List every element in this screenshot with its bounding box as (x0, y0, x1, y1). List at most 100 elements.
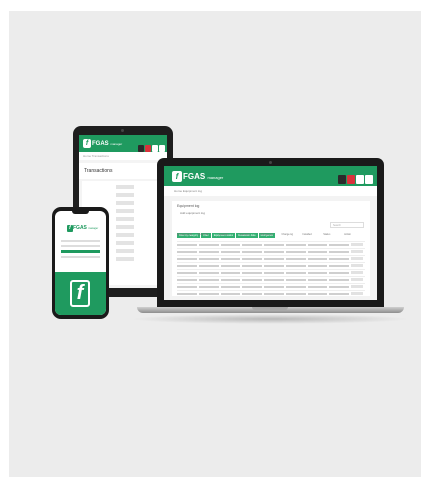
table-row[interactable] (177, 276, 365, 283)
tablet-page-title: Transactions (79, 163, 167, 179)
table-row[interactable] (177, 283, 365, 290)
laptop-logo: f FGAS manager (172, 171, 223, 182)
row-action-button[interactable] (351, 243, 363, 246)
table-cell (285, 293, 306, 295)
laptop-screen: f FGAS manager Home Equipment log Equipme… (164, 166, 377, 300)
table-cell (177, 279, 197, 281)
phone-logo: f FGAS manager (67, 225, 98, 232)
logo-name: FGAS (92, 141, 109, 147)
table-cell (242, 258, 263, 260)
table-cell (177, 265, 197, 267)
row-action-button[interactable] (351, 257, 363, 260)
placeholder-row (116, 193, 134, 197)
table-cell (329, 286, 350, 288)
logo-name: FGAS (73, 225, 87, 231)
table-cell (264, 244, 284, 246)
table-cell (198, 293, 219, 295)
badge-icon[interactable] (338, 175, 346, 184)
table-cell (220, 293, 241, 295)
column-header: Charge kg (281, 233, 293, 236)
column-header: Category (239, 233, 250, 236)
table-cell (242, 251, 263, 253)
table-row[interactable] (177, 255, 365, 262)
table-row[interactable] (177, 248, 365, 255)
badge-icon[interactable] (356, 175, 364, 184)
badge-icon[interactable] (365, 175, 373, 184)
logo-mark-icon: f (172, 171, 182, 182)
placeholder-row (116, 225, 134, 229)
table-cell (220, 286, 241, 288)
row-action-button[interactable] (351, 271, 363, 274)
table-cell (198, 286, 219, 288)
table-row[interactable] (177, 290, 365, 297)
placeholder-row (116, 241, 134, 245)
row-action-button[interactable] (351, 278, 363, 281)
badge-icon[interactable] (347, 175, 355, 184)
table-cell (307, 272, 328, 274)
laptop-camera (269, 161, 272, 164)
logo-tagline: manager (88, 227, 99, 230)
search-input[interactable]: Search (330, 222, 364, 228)
table-cell (307, 258, 328, 260)
table-row[interactable] (177, 269, 365, 276)
table-cell (329, 251, 350, 253)
table-cell (285, 279, 306, 281)
column-header: Equipment ID (177, 233, 193, 236)
table-cell (242, 293, 263, 295)
table-cell (329, 279, 350, 281)
equipment-table: Equipment ID Serial No. Location Category Re… (177, 232, 365, 297)
row-action-button[interactable] (351, 264, 363, 267)
table-cell (264, 272, 284, 274)
table-cell (198, 265, 219, 267)
row-action-button[interactable] (351, 292, 363, 295)
row-action-button[interactable] (351, 285, 363, 288)
placeholder-row (116, 233, 134, 237)
phone-login-form (61, 240, 100, 261)
table-cell (242, 272, 263, 274)
table-cell (264, 258, 284, 260)
table-cell (242, 244, 263, 246)
card-subtitle[interactable]: Add equipment log (172, 211, 370, 215)
phone-notch (72, 211, 89, 214)
column-header: Action (344, 233, 352, 236)
table-cell (307, 286, 328, 288)
tablet-camera (121, 129, 124, 132)
table-cell (177, 251, 197, 253)
table-row[interactable] (177, 262, 365, 269)
table-cell (198, 258, 219, 260)
table-cell (329, 293, 350, 295)
form-line[interactable] (61, 245, 100, 247)
tablet-logo: f FGAS manager (83, 139, 122, 148)
table-cell (329, 265, 350, 267)
table-cell (177, 244, 197, 246)
table-cell (177, 286, 197, 288)
table-cell (220, 258, 241, 260)
table-cell (285, 251, 306, 253)
table-cell (285, 265, 306, 267)
table-cell (220, 265, 241, 267)
placeholder-row (116, 217, 134, 221)
table-row[interactable] (177, 241, 365, 248)
table-cell (307, 251, 328, 253)
column-header: Installed (302, 233, 312, 236)
table-cell (264, 265, 284, 267)
table-cell (220, 251, 241, 253)
form-line[interactable] (61, 240, 100, 242)
table-cell (264, 251, 284, 253)
table-body (177, 241, 365, 297)
laptop-device: f FGAS manager Home Equipment log Equipme… (157, 158, 384, 307)
column-header: Location (218, 233, 229, 236)
card-title: Equipment log (177, 204, 200, 208)
placeholder-row (116, 249, 134, 253)
table-cell (285, 272, 306, 274)
placeholder-row (116, 201, 134, 205)
row-action-button[interactable] (351, 250, 363, 253)
table-cell (198, 244, 219, 246)
table-cell (220, 279, 241, 281)
table-cell (177, 258, 197, 260)
table-cell (307, 265, 328, 267)
table-cell (177, 293, 197, 295)
login-button[interactable] (61, 250, 100, 253)
table-header: Equipment ID Serial No. Location Category Re… (177, 232, 365, 241)
laptop-notch (252, 307, 288, 310)
